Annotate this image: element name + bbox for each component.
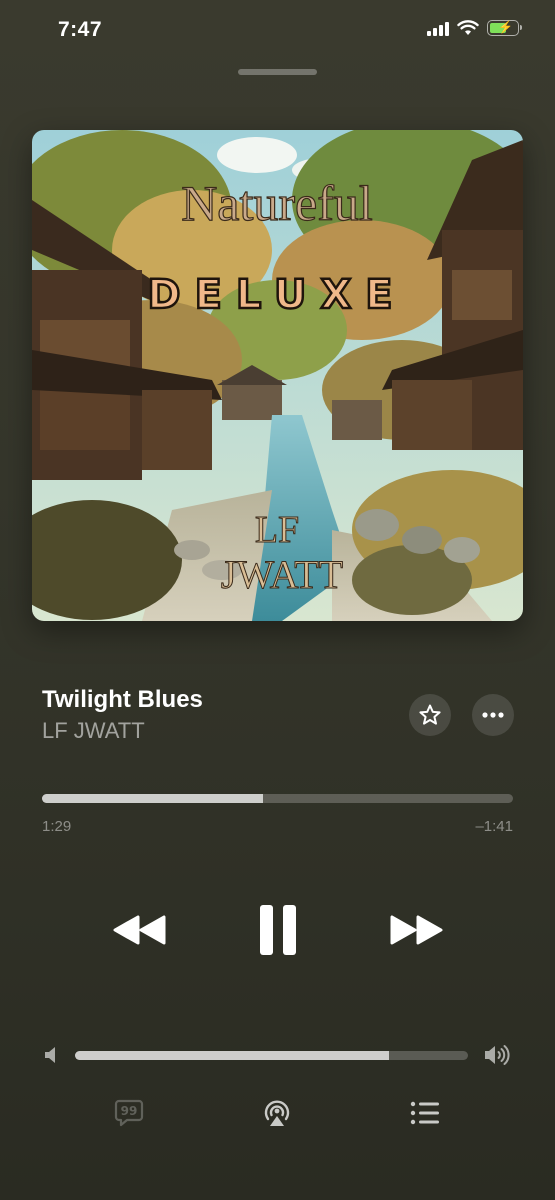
charging-bolt-icon: ⚡	[498, 20, 513, 34]
playback-progress-fill	[42, 794, 264, 803]
rewind-button[interactable]	[108, 905, 170, 955]
volume-slider[interactable]	[75, 1051, 468, 1060]
lyrics-button[interactable]: 99	[112, 1096, 146, 1130]
track-artist[interactable]: LF JWATT	[42, 718, 145, 744]
favorite-button[interactable]	[409, 694, 451, 736]
status-icons: ⚡	[427, 20, 522, 36]
queue-button[interactable]	[408, 1096, 442, 1130]
airplay-button[interactable]	[260, 1096, 294, 1130]
svg-text:99: 99	[121, 1104, 138, 1118]
queue-list-icon	[410, 1101, 439, 1125]
more-button[interactable]	[472, 694, 514, 736]
artwork-artist-line2: JWATT	[221, 552, 343, 597]
cellular-signal-icon	[427, 20, 449, 36]
artwork-artist-line1: LF	[255, 509, 299, 551]
rewind-icon	[113, 915, 166, 945]
fast-forward-icon	[390, 915, 443, 945]
ellipsis-icon	[482, 712, 504, 718]
playback-scrubber[interactable]	[42, 794, 513, 803]
star-icon	[419, 704, 441, 725]
status-bar: 7:47 ⚡	[0, 0, 555, 62]
speaker-high-icon	[485, 1045, 510, 1065]
sheet-grabber[interactable]	[238, 69, 317, 75]
track-title: Twilight Blues	[42, 686, 203, 713]
status-time: 7:47	[58, 18, 103, 41]
battery-charging-icon: ⚡	[487, 20, 522, 36]
pause-button[interactable]	[250, 900, 306, 960]
pause-icon	[260, 905, 296, 955]
lyrics-quote-icon: 99	[114, 1099, 144, 1127]
battery-level: ⚡	[490, 20, 513, 34]
artwork-edition-text: DELUXE	[147, 272, 406, 318]
airplay-icon	[264, 1100, 290, 1126]
fast-forward-button[interactable]	[386, 905, 448, 955]
volume-fill	[75, 1051, 390, 1060]
artwork-title-text: Natureful	[181, 175, 373, 231]
wifi-icon	[457, 20, 479, 35]
time-remaining: –1:41	[475, 818, 513, 835]
speaker-low-icon	[45, 1047, 55, 1063]
time-elapsed: 1:29	[42, 818, 72, 835]
album-artwork: Natureful DELUXE LF JWATT	[32, 130, 523, 621]
